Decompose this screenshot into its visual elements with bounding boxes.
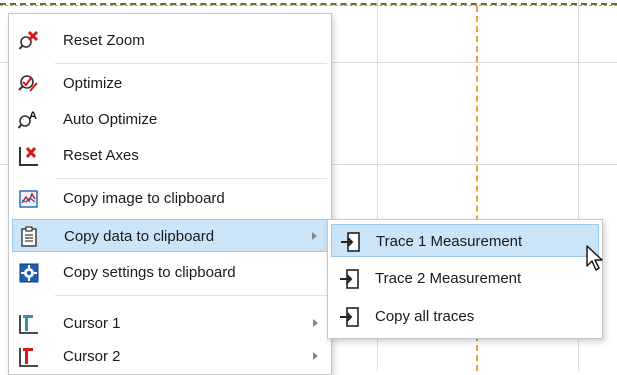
image-clipboard-icon [19, 190, 38, 208]
menu-item-reset-zoom[interactable]: Reset Zoom [12, 24, 328, 57]
menu-item-copy-image[interactable]: Copy image to clipboard [12, 182, 328, 215]
menu-item-reset-axes[interactable]: Reset Axes [12, 139, 328, 172]
export-trace-icon [340, 307, 359, 327]
menu-item-label: Copy settings to clipboard [63, 264, 236, 281]
menu-item-label: Auto Optimize [63, 111, 158, 128]
copy-data-submenu: Trace 1 Measurement Trace 2 Measurement … [327, 219, 603, 339]
submenu-arrow-icon [313, 319, 318, 327]
cursor-2-icon [19, 348, 38, 367]
reset-zoom-icon [18, 30, 39, 50]
menu-item-label: Copy image to clipboard [63, 190, 225, 207]
submenu-arrow-icon [313, 352, 318, 360]
menu-item-cursor-2[interactable]: Cursor 2 [12, 340, 328, 373]
context-menu: Reset Zoom Optimize A Auto Optimize Rese… [8, 13, 332, 375]
menu-item-auto-optimize[interactable]: A Auto Optimize [12, 103, 328, 136]
menu-item-label: Reset Axes [63, 147, 139, 164]
menu-item-copy-settings[interactable]: Copy settings to clipboard [12, 256, 328, 289]
trace-line-secondary [0, 5, 617, 6]
data-clipboard-icon [21, 226, 37, 247]
cursor-1-icon [19, 315, 38, 334]
menu-item-copy-data[interactable]: Copy data to clipboard [12, 219, 328, 252]
reset-axes-icon [19, 147, 38, 166]
submenu-item-copy-all-traces[interactable]: Copy all traces [331, 300, 599, 333]
menu-item-label: Cursor 2 [63, 348, 121, 365]
menu-item-label: Optimize [63, 75, 123, 92]
submenu-item-label: Trace 2 Measurement [375, 270, 522, 287]
menu-separator [55, 63, 327, 64]
auto-optimize-icon: A [18, 110, 37, 129]
settings-clipboard-icon [19, 263, 39, 283]
submenu-arrow-icon [312, 232, 317, 240]
optimize-icon [18, 75, 38, 92]
menu-separator [55, 295, 327, 296]
menu-item-label: Cursor 1 [63, 315, 121, 332]
submenu-item-trace-2[interactable]: Trace 2 Measurement [331, 262, 599, 295]
menu-item-cursor-1[interactable]: Cursor 1 [12, 307, 328, 340]
menu-item-label: Copy data to clipboard [64, 228, 215, 245]
submenu-item-trace-1[interactable]: Trace 1 Measurement [331, 224, 599, 257]
submenu-item-label: Trace 1 Measurement [376, 233, 523, 250]
submenu-item-label: Copy all traces [375, 308, 475, 325]
export-trace-icon [340, 269, 359, 289]
export-trace-icon [341, 232, 360, 252]
mouse-pointer-icon [586, 245, 603, 271]
menu-item-optimize[interactable]: Optimize [12, 67, 328, 100]
menu-separator [55, 178, 327, 179]
menu-item-label: Reset Zoom [63, 32, 145, 49]
svg-text:A: A [29, 110, 37, 122]
